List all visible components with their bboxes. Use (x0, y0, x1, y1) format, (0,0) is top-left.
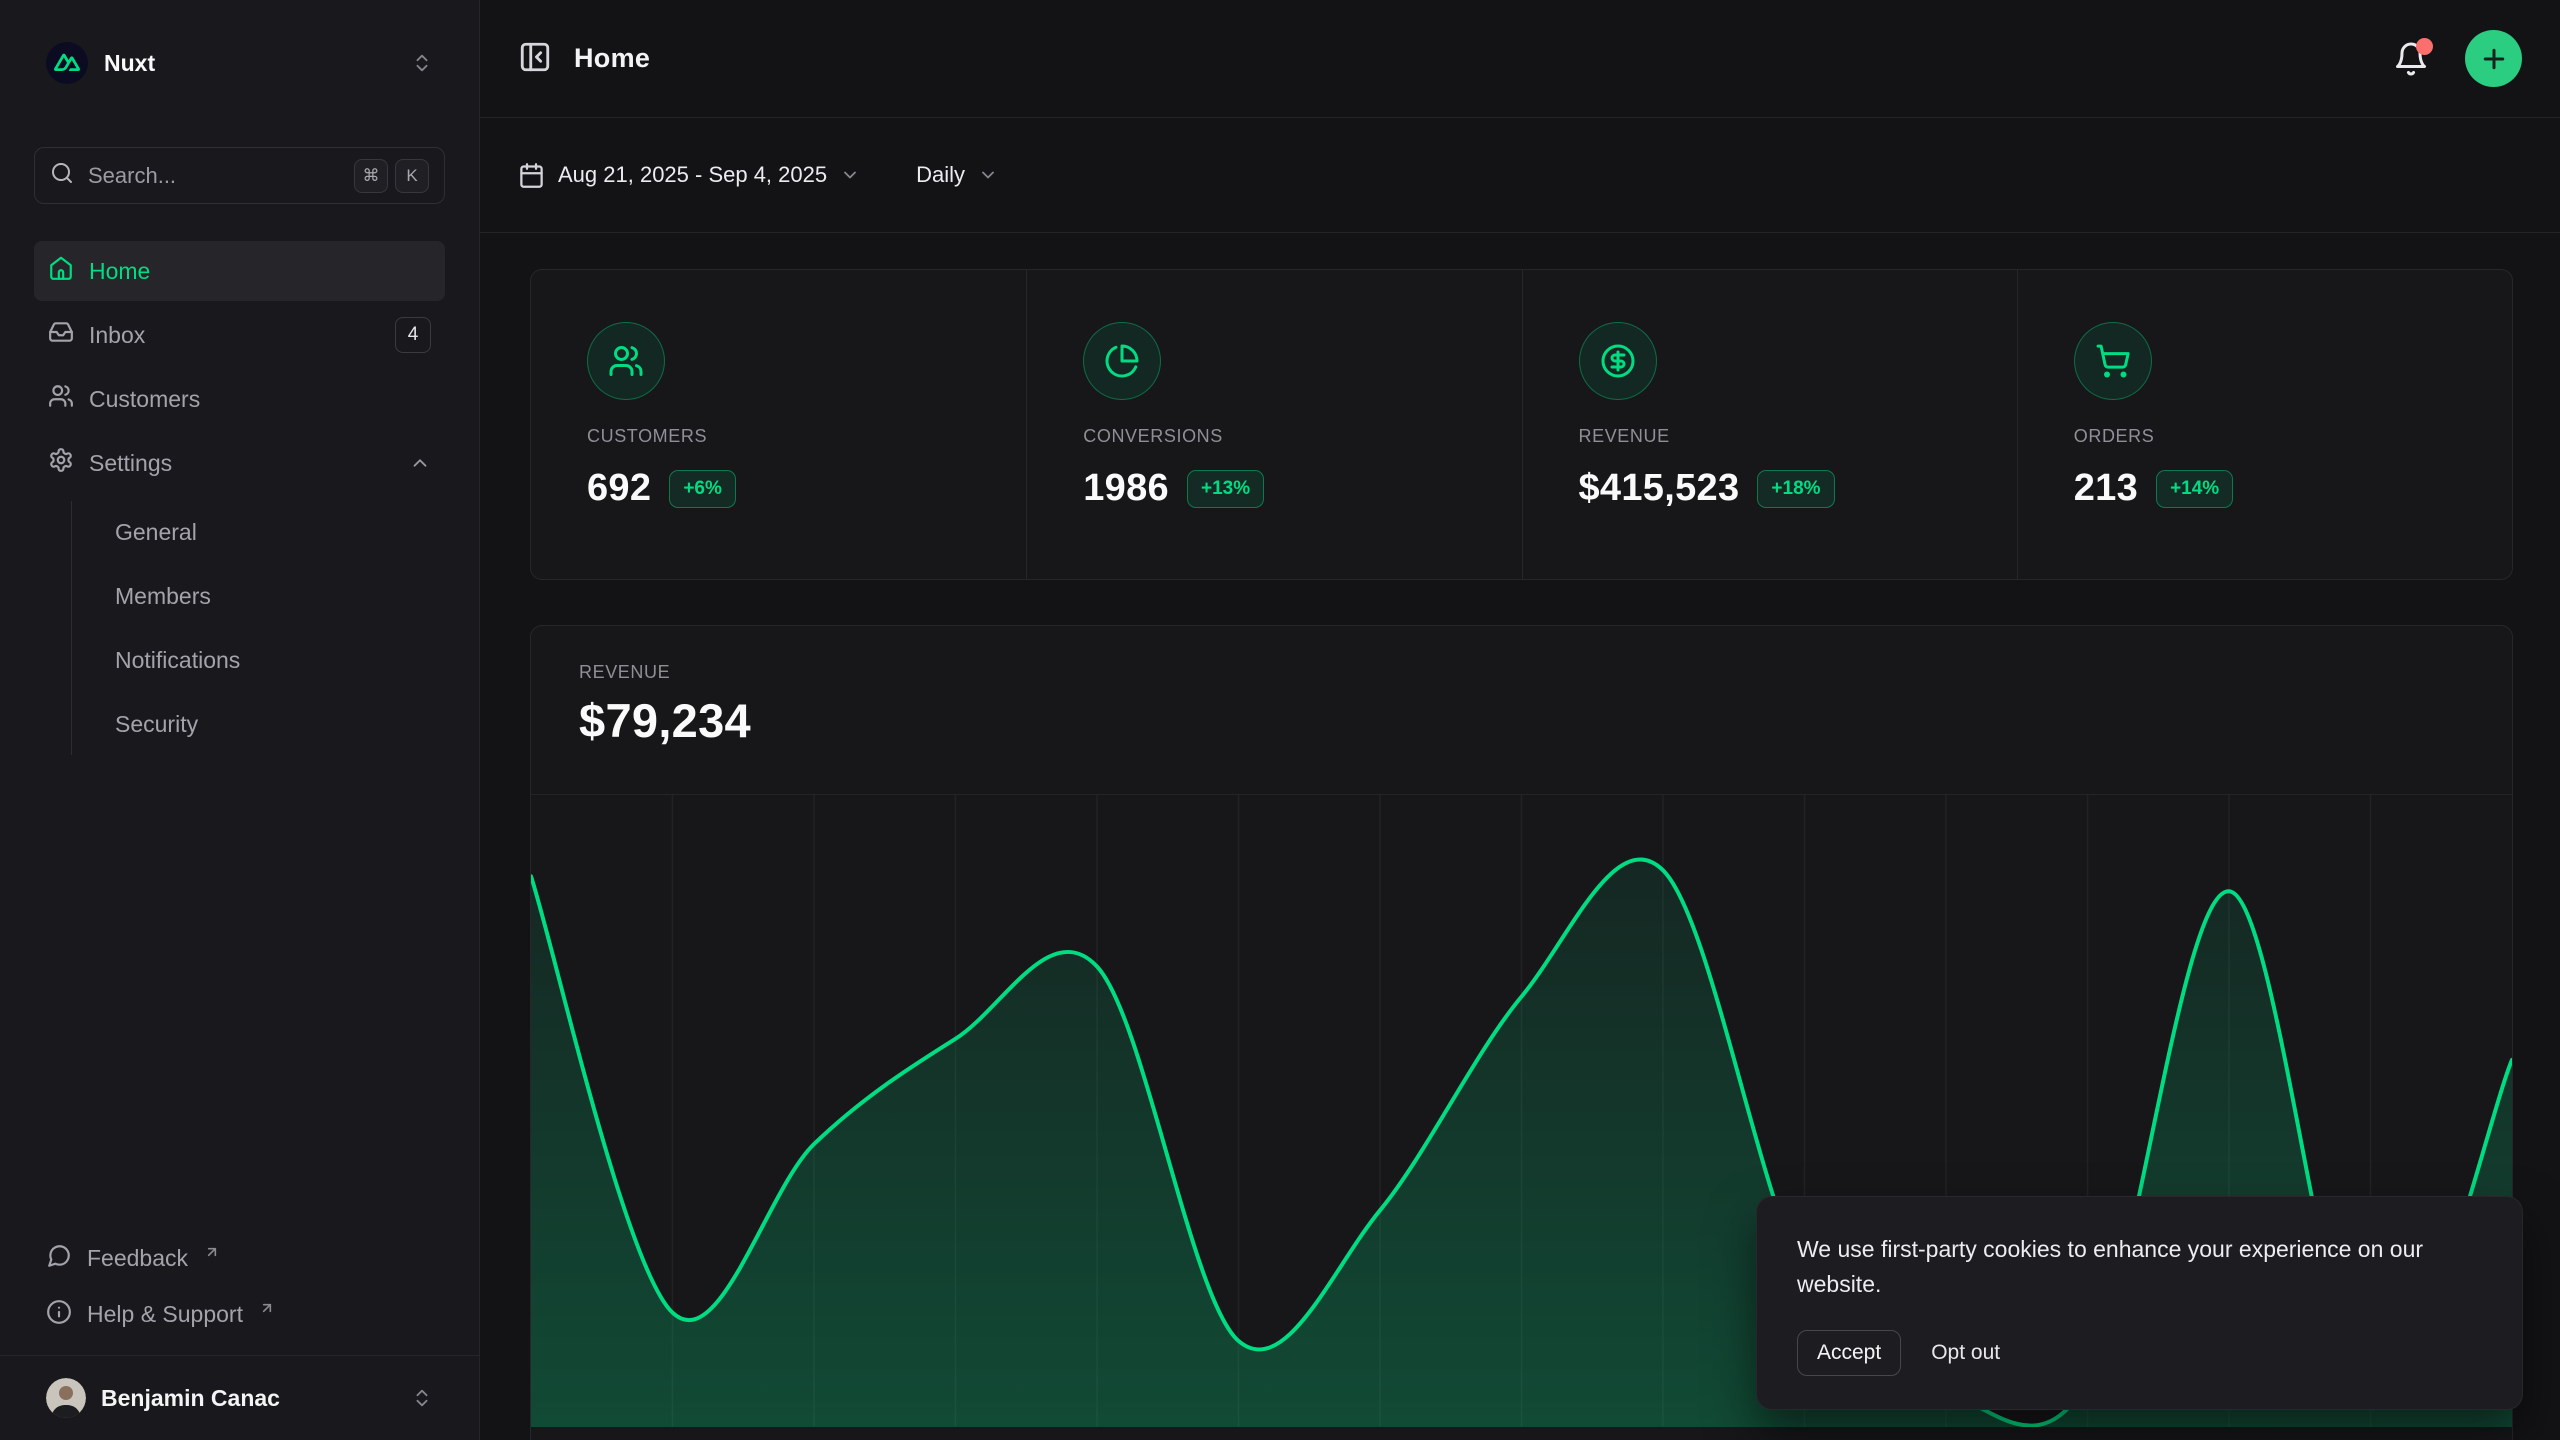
feedback-link[interactable]: Feedback (34, 1231, 445, 1287)
cookie-message: We use first-party cookies to enhance yo… (1797, 1232, 2427, 1302)
stat-orders: ORDERS 213 +14% (2017, 270, 2512, 579)
team-name: Nuxt (104, 50, 155, 77)
gear-icon (48, 447, 74, 479)
plus-icon (2479, 44, 2509, 74)
stat-value: 1986 (1083, 467, 1169, 510)
stat-value: 692 (587, 467, 651, 510)
toolbar: Aug 21, 2025 - Sep 4, 2025 Daily (480, 118, 2560, 233)
stat-delta-badge: +18% (1757, 470, 1834, 508)
topbar: Home (480, 0, 2560, 118)
collapse-sidebar-icon (518, 40, 552, 77)
topbar-actions (2393, 30, 2522, 87)
notification-dot (2416, 38, 2433, 55)
sidebar-item-notifications[interactable]: Notifications (105, 629, 445, 691)
pie-chart-icon (1083, 322, 1161, 400)
stat-conversions: CONVERSIONS 1986 +13% (1026, 270, 1521, 579)
user-name: Benjamin Canac (101, 1385, 280, 1412)
sidebar-item-label: Inbox (89, 322, 145, 349)
stats-card: CUSTOMERS 692 +6% CONVERSIONS 1986 +13% (530, 269, 2513, 580)
user-menu[interactable]: Benjamin Canac (34, 1356, 445, 1440)
inbox-count-badge: 4 (395, 317, 431, 353)
granularity-select[interactable]: Daily (916, 162, 998, 188)
stat-label: CONVERSIONS (1083, 426, 1491, 447)
sidebar: Nuxt ⌘ K Home (0, 0, 480, 1440)
date-range-label: Aug 21, 2025 - Sep 4, 2025 (558, 162, 827, 188)
cart-icon (2074, 322, 2152, 400)
notifications-button[interactable] (2393, 41, 2429, 77)
kbd-meta: ⌘ (354, 159, 388, 193)
search-icon (50, 161, 74, 190)
sidebar-item-label: Customers (89, 386, 200, 413)
sidebar-item-security[interactable]: Security (105, 693, 445, 755)
granularity-label: Daily (916, 162, 965, 188)
search-input[interactable] (88, 163, 340, 189)
search-box[interactable]: ⌘ K (34, 147, 445, 204)
cookie-optout-button[interactable]: Opt out (1931, 1341, 2000, 1365)
chevrons-up-down-icon (411, 1387, 433, 1409)
info-circle-icon (46, 1299, 72, 1331)
chevron-down-icon (840, 165, 860, 185)
stat-label: ORDERS (2074, 426, 2482, 447)
add-button[interactable] (2465, 30, 2522, 87)
stat-delta-badge: +13% (1187, 470, 1264, 508)
stat-value: 213 (2074, 467, 2138, 510)
help-support-link[interactable]: Help & Support (34, 1287, 445, 1343)
sidebar-item-settings[interactable]: Settings (34, 433, 445, 493)
chevron-up-icon (409, 452, 431, 474)
sidebar-item-customers[interactable]: Customers (34, 369, 445, 429)
team-switcher[interactable]: Nuxt (34, 33, 445, 93)
cookie-accept-button[interactable]: Accept (1797, 1330, 1901, 1376)
stat-delta-badge: +14% (2156, 470, 2233, 508)
link-label: Help & Support (87, 1301, 243, 1328)
sidebar-item-label: Settings (89, 450, 172, 477)
cookie-banner: We use first-party cookies to enhance yo… (1756, 1196, 2523, 1410)
stat-label: REVENUE (1579, 426, 1987, 447)
sidebar-item-home[interactable]: Home (34, 241, 445, 301)
stat-customers: CUSTOMERS 692 +6% (531, 270, 1026, 579)
sidebar-item-inbox[interactable]: Inbox 4 (34, 305, 445, 365)
revenue-panel-value: $79,234 (579, 693, 2464, 748)
revenue-panel-label: REVENUE (579, 662, 2464, 683)
chat-bubble-icon (46, 1243, 72, 1275)
search-shortcut: ⌘ K (354, 159, 429, 193)
users-icon (48, 383, 74, 415)
chevron-down-icon (978, 165, 998, 185)
sidebar-item-label: Home (89, 258, 150, 285)
page-title: Home (574, 43, 650, 74)
home-icon (48, 255, 74, 287)
nuxt-logo-icon (46, 42, 88, 84)
sidebar-footer: Feedback Help & Support Benjami (34, 1231, 445, 1440)
sidebar-nav: Home Inbox 4 Customers Settings (34, 241, 445, 757)
stat-delta-badge: +6% (669, 470, 736, 508)
sidebar-item-members[interactable]: Members (105, 565, 445, 627)
dollar-circle-icon (1579, 322, 1657, 400)
external-link-icon (204, 1244, 220, 1260)
external-link-icon (259, 1300, 275, 1316)
collapse-sidebar-button[interactable] (518, 40, 552, 77)
users-icon (587, 322, 665, 400)
stat-label: CUSTOMERS (587, 426, 996, 447)
inbox-icon (48, 319, 74, 351)
user-avatar (46, 1378, 86, 1418)
calendar-icon (518, 162, 545, 189)
app-root: Nuxt ⌘ K Home (0, 0, 2560, 1440)
stat-value: $415,523 (1579, 467, 1740, 510)
kbd-k: K (395, 159, 429, 193)
date-range-picker[interactable]: Aug 21, 2025 - Sep 4, 2025 (518, 162, 860, 189)
chevrons-up-down-icon (411, 52, 433, 74)
link-label: Feedback (87, 1245, 188, 1272)
settings-subnav: General Members Notifications Security (71, 501, 445, 755)
stat-revenue: REVENUE $415,523 +18% (1522, 270, 2017, 579)
sidebar-item-general[interactable]: General (105, 501, 445, 563)
